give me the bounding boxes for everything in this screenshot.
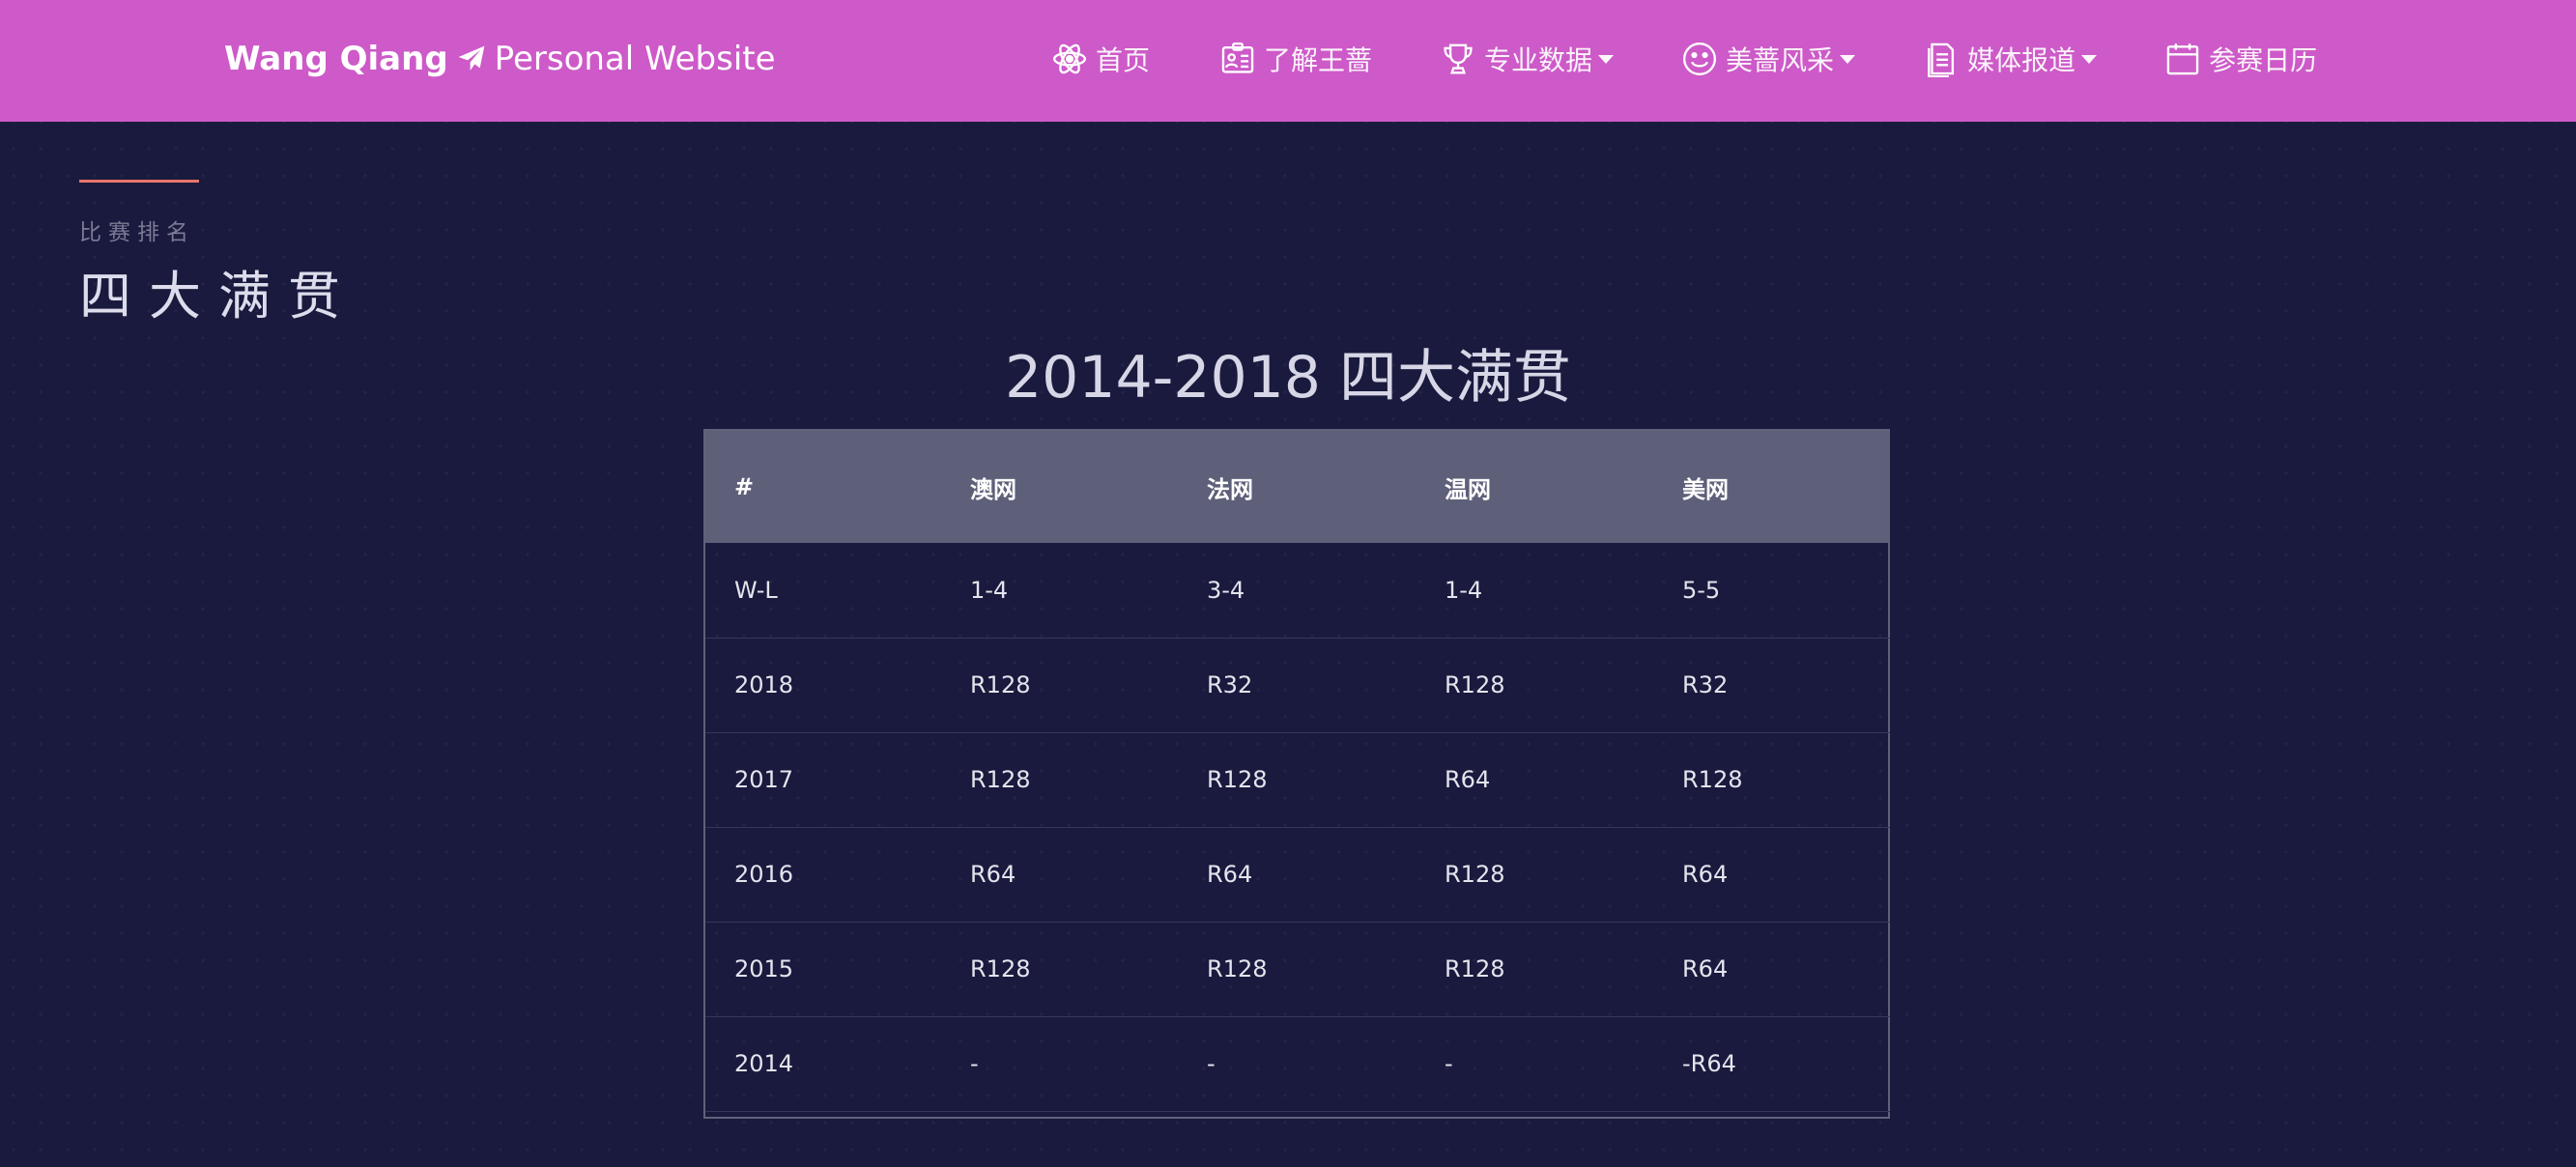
smile-icon <box>1683 42 1717 76</box>
table-cell: R64 <box>1178 827 1416 923</box>
nav-label: 专业数据 <box>1484 44 1593 76</box>
caret-down-icon <box>2081 54 2098 64</box>
table-cell: R128 <box>941 922 1178 1017</box>
navbar: Wang Qiang Personal Website 首页 了解王蔷 专业数据… <box>0 0 2576 122</box>
nav-label: 首页 <box>1096 44 1151 76</box>
table-cell: R128 <box>1416 638 1653 733</box>
nav-item-gallery[interactable]: 美蔷风采 <box>1681 40 1856 78</box>
table-cell: R32 <box>1653 638 1890 733</box>
table-title: 2014-2018 四大满贯 <box>1004 344 1572 412</box>
section-accent-line <box>79 180 199 183</box>
table-cell: R128 <box>1653 732 1890 828</box>
nav-item-calendar[interactable]: 参赛日历 <box>2164 40 2317 78</box>
table-cell: 2018 <box>705 638 941 733</box>
nav-label: 美蔷风采 <box>1726 44 1835 76</box>
caret-down-icon <box>1840 54 1856 64</box>
table-cell: - <box>1416 1016 1653 1112</box>
table-cell: R64 <box>1653 922 1890 1017</box>
table-cell: 2016 <box>705 827 941 923</box>
paper-plane-icon <box>456 43 487 74</box>
table-row: 2016 R64 R64 R128 R64 <box>705 827 1890 923</box>
column-header: 美网 <box>1653 431 1890 543</box>
table-cell: 2015 <box>705 922 941 1017</box>
nav-item-stats[interactable]: 专业数据 <box>1440 40 1615 78</box>
column-header: # <box>705 431 941 543</box>
nav-label: 了解王蔷 <box>1264 44 1373 76</box>
table-cell: R128 <box>941 638 1178 733</box>
atom-icon <box>1052 43 1087 74</box>
calendar-icon <box>2166 43 2199 75</box>
table-cell: R64 <box>941 827 1178 923</box>
table-cell: 2014 <box>705 1016 941 1112</box>
caret-down-icon <box>1598 54 1615 64</box>
table-cell: R128 <box>1178 922 1416 1017</box>
table-row: 2014 - - - -R64 <box>705 1016 1890 1112</box>
brand-name: Wang Qiang <box>224 40 448 78</box>
table-cell: - <box>1178 1016 1416 1112</box>
column-header: 法网 <box>1178 431 1416 543</box>
table-row: 2017 R128 R128 R64 R128 <box>705 732 1890 828</box>
main-nav: 首页 了解王蔷 专业数据 美蔷风采 媒体报道 参赛日历 <box>1051 0 2317 118</box>
table-cell: W-L <box>705 543 941 639</box>
brand-subtitle: Personal Website <box>494 40 776 78</box>
section-label: 比赛排名 <box>79 220 195 245</box>
section-title: 四大满贯 <box>79 266 358 327</box>
grand-slam-table: # 澳网 法网 温网 美网 W-L 1-4 3-4 1-4 5-5 2018 R… <box>703 429 1890 1119</box>
nav-label: 参赛日历 <box>2209 44 2318 76</box>
nav-item-about[interactable]: 了解王蔷 <box>1219 40 1372 78</box>
table-cell: 1-4 <box>941 543 1178 639</box>
table-cell: 1-4 <box>1416 543 1653 639</box>
document-icon <box>1928 43 1955 77</box>
column-header: 温网 <box>1416 431 1653 543</box>
table-cell: R64 <box>1416 732 1653 828</box>
table-row: 2018 R128 R32 R128 R32 <box>705 638 1890 733</box>
nav-item-home[interactable]: 首页 <box>1051 40 1150 78</box>
table-cell: -R64 <box>1653 1016 1890 1112</box>
nav-item-media[interactable]: 媒体报道 <box>1923 40 2098 78</box>
table-cell: - <box>941 1016 1178 1112</box>
table-cell: 2017 <box>705 732 941 828</box>
nav-label: 媒体报道 <box>1967 44 2076 76</box>
table-cell: R32 <box>1178 638 1416 733</box>
column-header: 澳网 <box>941 431 1178 543</box>
table-row: 2015 R128 R128 R128 R64 <box>705 922 1890 1017</box>
table-cell: R128 <box>1416 827 1653 923</box>
table-cell: R128 <box>941 732 1178 828</box>
table-cell: R128 <box>1178 732 1416 828</box>
table-cell: R128 <box>1416 922 1653 1017</box>
trophy-icon <box>1444 43 1473 74</box>
brand-link[interactable]: Wang Qiang Personal Website <box>224 0 776 118</box>
table-row: W-L 1-4 3-4 1-4 5-5 <box>705 543 1890 639</box>
table-cell: R64 <box>1653 827 1890 923</box>
table-cell: 5-5 <box>1653 543 1890 639</box>
table-header-row: # 澳网 法网 温网 美网 <box>705 431 1890 543</box>
table-cell: 3-4 <box>1178 543 1416 639</box>
id-badge-icon <box>1221 42 1254 73</box>
